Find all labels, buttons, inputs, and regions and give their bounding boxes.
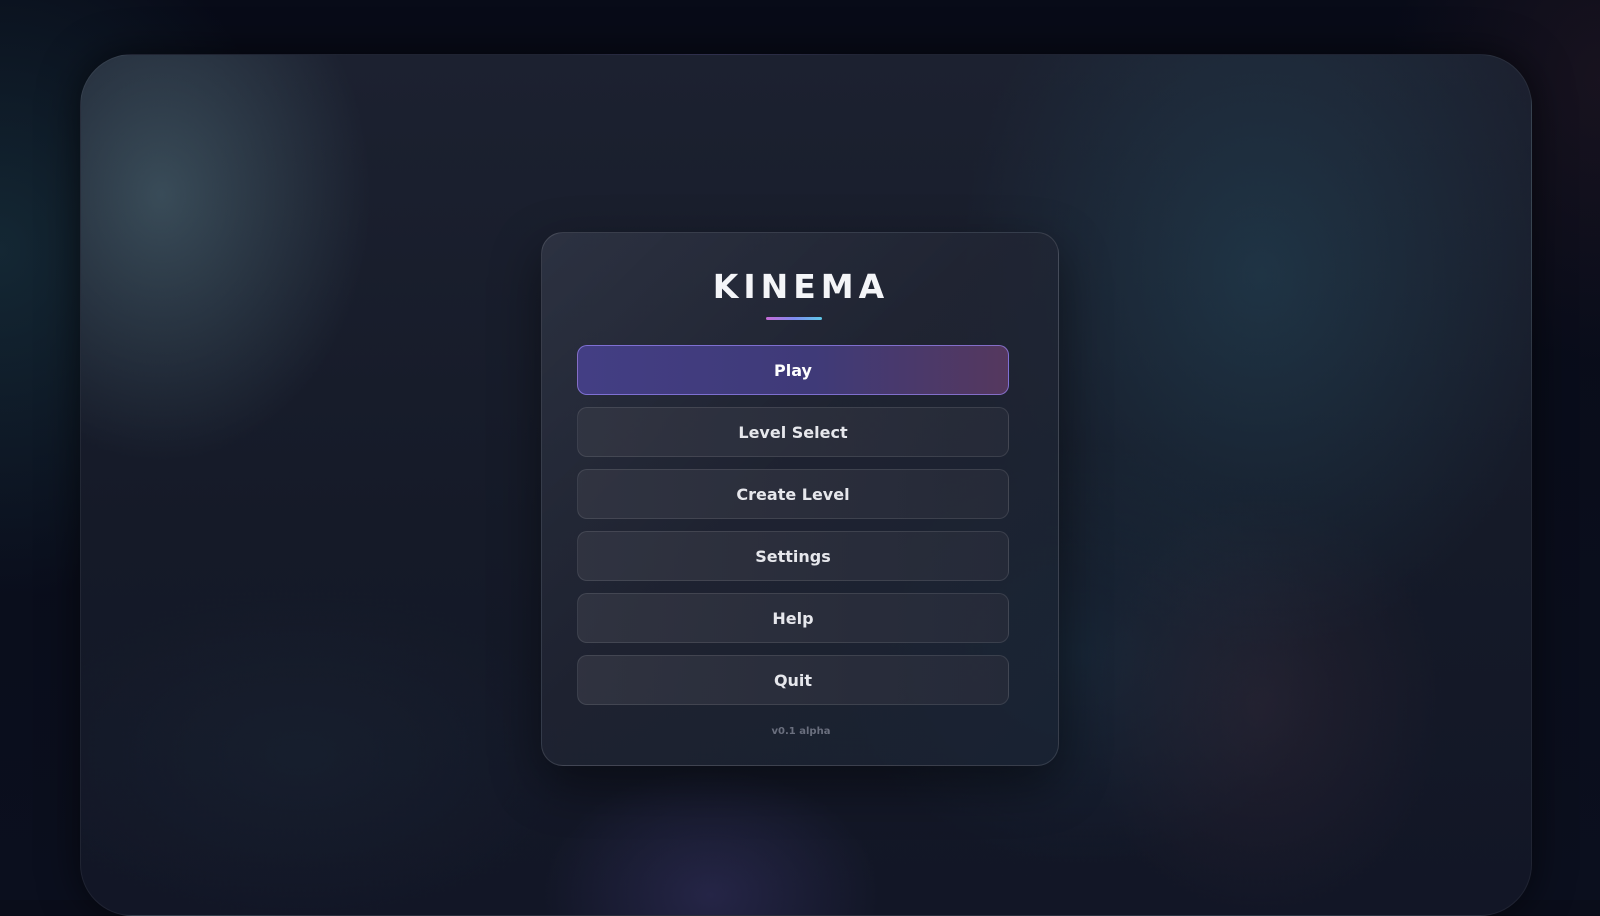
level-select-button[interactable]: Level Select: [577, 407, 1009, 457]
quit-button[interactable]: Quit: [577, 655, 1009, 705]
help-button[interactable]: Help: [577, 593, 1009, 643]
game-title: KINEMA: [712, 267, 890, 306]
create-level-button[interactable]: Create Level: [577, 469, 1009, 519]
main-menu-panel: KINEMA Play Level Select Create Level Se…: [541, 232, 1059, 766]
title-accent-line: [766, 317, 822, 320]
settings-button[interactable]: Settings: [577, 531, 1009, 581]
version-label: v0.1 alpha: [771, 726, 831, 737]
play-button[interactable]: Play: [577, 345, 1009, 395]
